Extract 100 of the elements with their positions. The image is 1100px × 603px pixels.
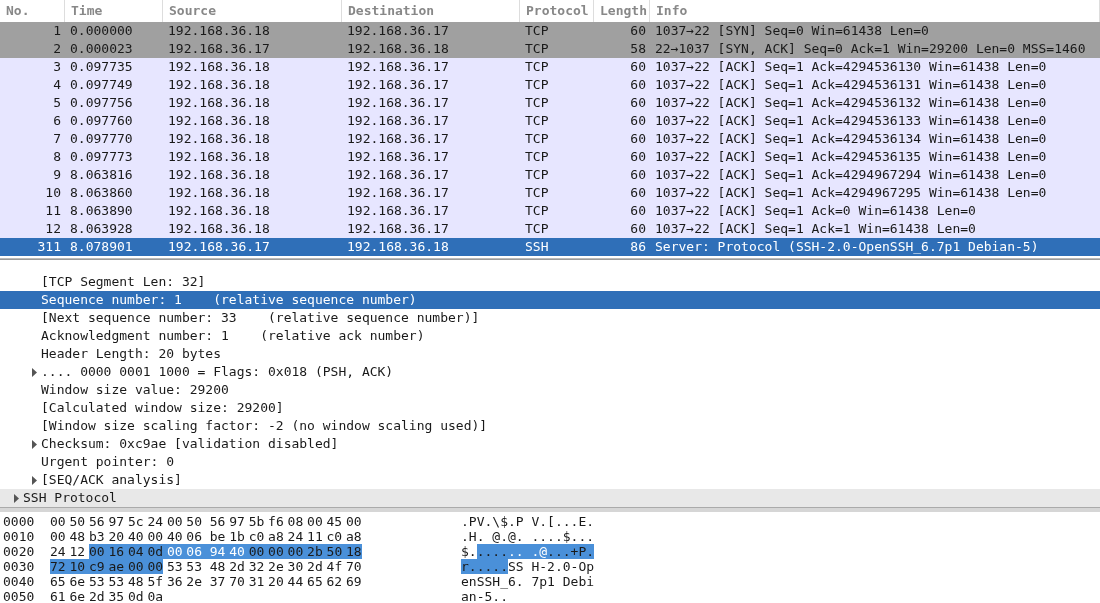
packet-number: 1 bbox=[52, 22, 62, 40]
source-cell-text: 192.168.36.17 bbox=[167, 40, 271, 58]
info-cell-text: Server: Protocol (SSH-2.0-OpenSSH_6.7p1 Debian-5) bbox=[654, 238, 1040, 256]
packet-number: 8 bbox=[52, 148, 62, 166]
protocol-field-item[interactable]: Window size value: 29200 bbox=[0, 381, 1100, 399]
time-cell-text: 0.097735 bbox=[69, 58, 134, 76]
packet-row[interactable]: 311 8.078901 192.168.36.17 192.168.36.18 SSH 86 Server: Protocol (SSH-2.0-OpenSSH_6.7p1 Debian-5) bbox=[0, 238, 1100, 256]
protocol-cell-text: SSH bbox=[524, 238, 550, 256]
protocol-cell-text: TCP bbox=[524, 76, 550, 94]
source-cell-text: 192.168.36.18 bbox=[167, 220, 271, 238]
source-cell-text: 192.168.36.18 bbox=[167, 184, 271, 202]
time-cell-text: 8.063816 bbox=[69, 166, 134, 184]
length-cell-text: 86 bbox=[629, 238, 647, 256]
packet-number: 12 bbox=[44, 220, 62, 238]
protocol-field-item[interactable]: [TCP Segment Len: 32] bbox=[0, 273, 1100, 291]
protocol-field-item[interactable]: Checksum: 0xc9ae [validation disabled] bbox=[0, 435, 1100, 453]
info-cell-text: 1037→22 [ACK] Seq=1 Ack=4294536133 Win=61438 Len=0 bbox=[654, 112, 1048, 130]
ascii-text: SS H-2.0-Op bbox=[507, 559, 595, 574]
info-cell-text: 1037→22 [ACK] Seq=1 Ack=4294967295 Win=61438 Len=0 bbox=[654, 184, 1048, 202]
destination-cell-text: 192.168.36.17 bbox=[346, 58, 450, 76]
length-cell-text: 60 bbox=[629, 202, 647, 220]
protocol-field-item[interactable]: Sequence number: 1 (relative sequence number) bbox=[0, 291, 1100, 309]
byte-offset: 0010 bbox=[2, 529, 36, 544]
packet-number: 11 bbox=[44, 202, 62, 220]
info-cell-text: 22→1037 [SYN, ACK] Seq=0 Ack=1 Win=29200 Len=0 MSS=1460 bbox=[654, 40, 1087, 58]
packet-number: 10 bbox=[44, 184, 62, 202]
source-cell-text: 192.168.36.18 bbox=[167, 130, 271, 148]
hex-bytes: 53 53 48 2d 32 2e 30 2d 4f 70 bbox=[165, 559, 362, 574]
destination-cell-text: 192.168.36.17 bbox=[346, 202, 450, 220]
protocol-cell-text: TCP bbox=[524, 40, 550, 58]
protocol-cell-text: TCP bbox=[524, 184, 550, 202]
packet-row[interactable]: 9 8.063816 192.168.36.18 192.168.36.17 TCP 60 1037→22 [ACK] Seq=1 Ack=4294967294 Win=61438 Len=0 bbox=[0, 166, 1100, 184]
protocol-field-item[interactable]: [Calculated window size: 29200] bbox=[0, 399, 1100, 417]
ascii-text: an-5.. bbox=[461, 589, 508, 603]
packet-number: 3 bbox=[52, 58, 62, 76]
hex-bytes: 00 50 56 97 5c 24 00 50 56 97 5b f6 08 00 45 00 bbox=[50, 514, 362, 529]
info-cell-text: 1037→22 [ACK] Seq=1 Ack=4294536132 Win=61438 Len=0 bbox=[654, 94, 1048, 112]
packet-number: 6 bbox=[52, 112, 62, 130]
source-cell-text: 192.168.36.18 bbox=[167, 58, 271, 76]
info-cell-text: 1037→22 [ACK] Seq=1 Ack=4294536131 Win=61438 Len=0 bbox=[654, 76, 1048, 94]
length-cell-text: 60 bbox=[629, 166, 647, 184]
packet-row[interactable]: 1 0.000000 192.168.36.18 192.168.36.17 TCP 60 1037→22 [SYN] Seq=0 Win=61438 Len=0 bbox=[0, 22, 1100, 40]
packet-row[interactable]: 2 0.000023 192.168.36.17 192.168.36.18 TCP 58 22→1037 [SYN, ACK] Seq=0 Ack=1 Win=29200 Len=0 MSS=1460 bbox=[0, 40, 1100, 58]
packet-number: 5 bbox=[52, 94, 62, 112]
protocol-cell-text: TCP bbox=[524, 22, 550, 40]
ascii-text: $. bbox=[461, 544, 477, 559]
time-cell-text: 0.097756 bbox=[69, 94, 134, 112]
hex-bytes: 61 6e 2d 35 0d 0a bbox=[50, 589, 164, 603]
byte-offset: 0050 bbox=[2, 589, 36, 603]
packet-number: 9 bbox=[52, 166, 62, 184]
packet-row[interactable]: 12 8.063928 192.168.36.18 192.168.36.17 TCP 60 1037→22 [ACK] Seq=1 Ack=1 Win=61438 Len=0 bbox=[0, 220, 1100, 238]
length-cell-text: 60 bbox=[629, 184, 647, 202]
protocol-field-item[interactable]: [Next sequence number: 33 (relative sequence number)] bbox=[0, 309, 1100, 327]
ascii-text: .H. @.@. ....$... bbox=[461, 529, 595, 544]
packet-row[interactable]: 5 0.097756 192.168.36.18 192.168.36.17 TCP 60 1037→22 [ACK] Seq=1 Ack=4294536132 Win=61438 Len=0 bbox=[0, 94, 1100, 112]
time-cell-text: 0.000000 bbox=[69, 22, 134, 40]
ascii-text: .PV.\$.P V.[...E. bbox=[461, 514, 595, 529]
protocol-field-item[interactable]: [SEQ/ACK analysis] bbox=[0, 471, 1100, 489]
destination-cell-text: 192.168.36.17 bbox=[346, 130, 450, 148]
highlighted-ascii-text: .... bbox=[476, 544, 508, 559]
packet-row[interactable]: 3 0.097735 192.168.36.18 192.168.36.17 TCP 60 1037→22 [ACK] Seq=1 Ack=4294536130 Win=61438 Len=0 bbox=[0, 58, 1100, 76]
protocol-field-item[interactable]: .... 0000 0001 1000 = Flags: 0x018 (PSH, ACK) bbox=[0, 363, 1100, 381]
packet-number: 311 bbox=[36, 238, 62, 256]
collapsed-arrow-icon[interactable] bbox=[30, 367, 39, 377]
destination-cell-text: 192.168.36.17 bbox=[346, 22, 450, 40]
packet-row[interactable]: 10 8.063860 192.168.36.18 192.168.36.17 TCP 60 1037→22 [ACK] Seq=1 Ack=4294967295 Win=61438 Len=0 bbox=[0, 184, 1100, 202]
packet-row[interactable]: 4 0.097749 192.168.36.18 192.168.36.17 TCP 60 1037→22 [ACK] Seq=1 Ack=4294536131 Win=61438 Len=0 bbox=[0, 76, 1100, 94]
source-cell-text: 192.168.36.18 bbox=[167, 94, 271, 112]
time-cell-text: 8.078901 bbox=[69, 238, 134, 256]
protocol-field-item[interactable]: Acknowledgment number: 1 (relative ack number) bbox=[0, 327, 1100, 345]
highlighted-hex-bytes: 72 10 c9 ae 00 00 bbox=[50, 559, 164, 574]
collapsed-arrow-icon[interactable] bbox=[30, 439, 39, 449]
protocol-field-item[interactable]: [Window size scaling factor: -2 (no window scaling used)] bbox=[0, 417, 1100, 435]
source-cell-text: 192.168.36.18 bbox=[167, 22, 271, 40]
length-cell-text: 58 bbox=[629, 40, 647, 58]
byte-offset: 0020 bbox=[2, 544, 36, 559]
protocol-field-item[interactable]: Urgent pointer: 0 bbox=[0, 453, 1100, 471]
length-cell-text: 60 bbox=[629, 112, 647, 130]
time-cell-text: 0.097760 bbox=[69, 112, 134, 130]
hex-bytes: 24 12 bbox=[50, 544, 87, 559]
length-cell-text: 60 bbox=[629, 130, 647, 148]
source-cell-text: 192.168.36.18 bbox=[167, 202, 271, 220]
protocol-tree-item[interactable]: SSH Protocol bbox=[0, 489, 1100, 507]
time-cell-text: 0.097770 bbox=[69, 130, 134, 148]
packet-row[interactable]: 11 8.063890 192.168.36.18 192.168.36.17 TCP 60 1037→22 [ACK] Seq=1 Ack=0 Win=61438 Len=0 bbox=[0, 202, 1100, 220]
destination-cell-text: 192.168.36.17 bbox=[346, 166, 450, 184]
info-cell-text: 1037→22 [ACK] Seq=1 Ack=4294536135 Win=61438 Len=0 bbox=[654, 148, 1048, 166]
protocol-field-item[interactable]: Header Length: 20 bytes bbox=[0, 345, 1100, 363]
length-cell-text: 60 bbox=[629, 22, 647, 40]
protocol-cell-text: TCP bbox=[524, 58, 550, 76]
source-cell-text: 192.168.36.18 bbox=[167, 76, 271, 94]
time-cell-text: 0.097749 bbox=[69, 76, 134, 94]
time-cell-text: 8.063860 bbox=[69, 184, 134, 202]
packet-row[interactable]: 7 0.097770 192.168.36.18 192.168.36.17 TCP 60 1037→22 [ACK] Seq=1 Ack=4294536134 Win=61438 Len=0 bbox=[0, 130, 1100, 148]
packet-row[interactable]: 8 0.097773 192.168.36.18 192.168.36.17 TCP 60 1037→22 [ACK] Seq=1 Ack=4294536135 Win=61438 Len=0 bbox=[0, 148, 1100, 166]
highlighted-ascii-text: ...+P. bbox=[547, 544, 595, 559]
source-cell-text: 192.168.36.18 bbox=[167, 148, 271, 166]
source-cell-text: 192.168.36.18 bbox=[167, 166, 271, 184]
packet-row[interactable]: 6 0.097760 192.168.36.18 192.168.36.17 TCP 60 1037→22 [ACK] Seq=1 Ack=4294536133 Win=61438 Len=0 bbox=[0, 112, 1100, 130]
length-cell-text: 60 bbox=[629, 94, 647, 112]
